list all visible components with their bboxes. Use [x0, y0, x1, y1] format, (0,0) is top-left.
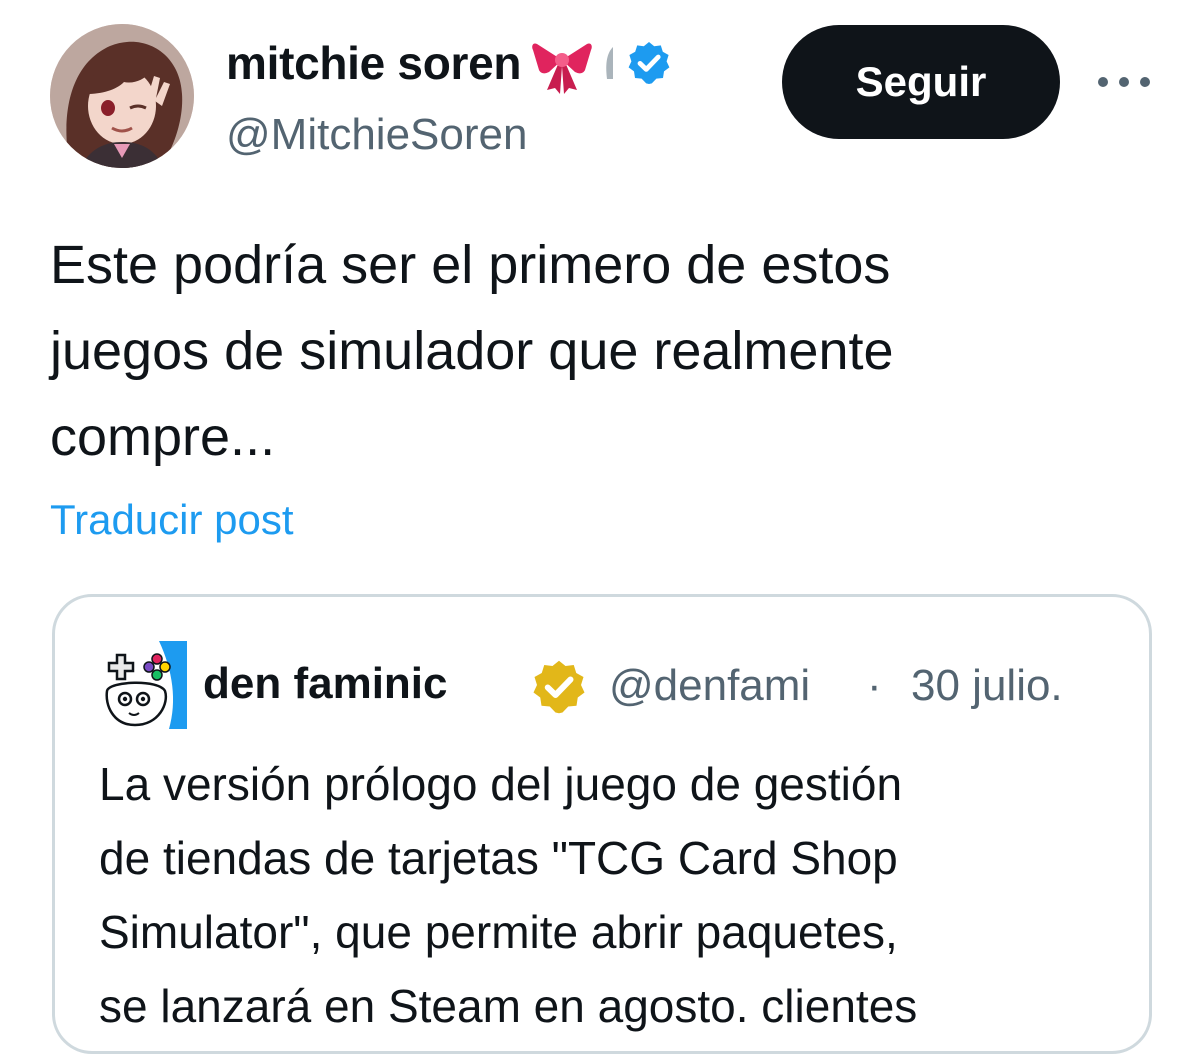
author-display-name[interactable]: mitchie soren: [226, 36, 522, 90]
post-text-line: juegos de simulador que realmente: [50, 321, 894, 381]
follow-button[interactable]: Seguir: [782, 25, 1060, 139]
quoted-text-line: Simulator", que permite abrir paquetes,: [99, 906, 898, 958]
denfami-mascot-icon[interactable]: [99, 641, 187, 729]
quoted-text-line: La versión prólogo del juego de gestión: [99, 758, 903, 810]
post-text-line: compre...: [50, 407, 276, 467]
gold-verified-badge-icon: [529, 657, 589, 722]
quoted-author-handle[interactable]: @denfami: [609, 661, 810, 711]
translate-post-link[interactable]: Traducir post: [50, 496, 294, 544]
author-name-row: mitchie soren: [226, 30, 673, 96]
separator-dot: ·: [867, 661, 882, 710]
quoted-post-header: den faminic @denfami · 30 julio.: [99, 639, 1119, 735]
quoted-text-line: se lanzará en Steam en agosto. clientes: [99, 980, 918, 1032]
post-text-line: Este podría ser el primero de estos: [50, 235, 891, 295]
gray-emoji-icon: [603, 45, 615, 81]
quoted-author-display-name[interactable]: den faminic: [203, 659, 523, 709]
ribbon-bow-icon: [531, 32, 593, 94]
author-avatar[interactable]: [50, 24, 194, 168]
author-handle[interactable]: @MitchieSoren: [226, 110, 527, 160]
blue-verified-badge-icon: [625, 39, 673, 87]
anime-avatar-icon: [50, 24, 194, 168]
quoted-text-line: de tiendas de tarjetas "TCG Card Shop: [99, 832, 898, 884]
more-options-icon[interactable]: [1094, 60, 1154, 104]
quoted-post-text: La versión prólogo del juego de gestión …: [99, 747, 1119, 1043]
quoted-post-card[interactable]: den faminic @denfami · 30 julio. La vers…: [52, 594, 1152, 1054]
post-text: Este podría ser el primero de estos jueg…: [50, 222, 1130, 480]
quoted-post-date[interactable]: 30 julio.: [911, 661, 1063, 711]
